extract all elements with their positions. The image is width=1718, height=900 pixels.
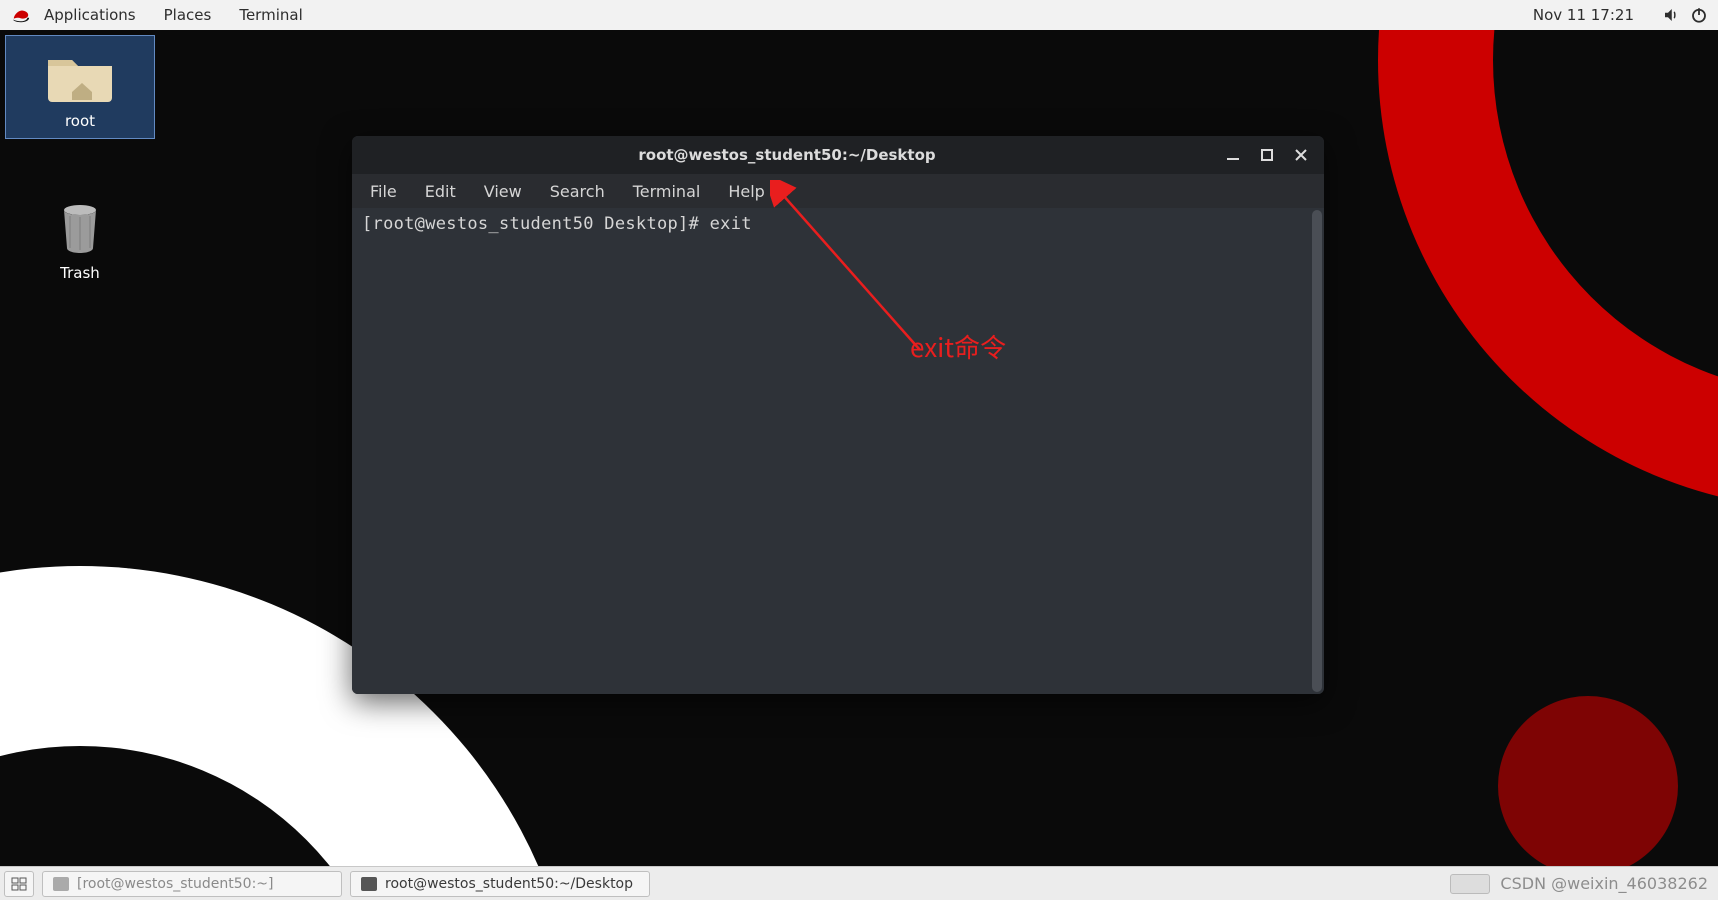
clock[interactable]: Nov 11 17:21 bbox=[1533, 6, 1634, 24]
menu-file[interactable]: File bbox=[360, 178, 407, 205]
power-icon[interactable] bbox=[1690, 6, 1708, 24]
folder-home-icon bbox=[6, 44, 154, 108]
task-entry-1[interactable]: [root@westos_student50:~] bbox=[42, 871, 342, 897]
titlebar[interactable]: root@westos_student50:~/Desktop bbox=[352, 136, 1324, 174]
terminal-icon bbox=[53, 877, 69, 891]
menu-help[interactable]: Help bbox=[718, 178, 774, 205]
taskbar: [root@westos_student50:~] root@westos_st… bbox=[0, 866, 1718, 900]
terminal-line: [root@westos_student50 Desktop]# exit bbox=[362, 214, 1314, 234]
terminal-body[interactable]: [root@westos_student50 Desktop]# exit bbox=[352, 208, 1324, 694]
terminal-icon bbox=[361, 877, 377, 891]
keyboard-indicator[interactable] bbox=[1450, 874, 1490, 894]
menu-view[interactable]: View bbox=[474, 178, 532, 205]
task-entry-label: root@westos_student50:~/Desktop bbox=[385, 876, 633, 892]
desktop-icon-label: Trash bbox=[6, 260, 154, 290]
menu-terminal[interactable]: Terminal bbox=[623, 178, 711, 205]
terminal-menubar: File Edit View Search Terminal Help bbox=[352, 174, 1324, 208]
menu-edit[interactable]: Edit bbox=[415, 178, 466, 205]
desktop-icon-label: root bbox=[6, 108, 154, 138]
task-entry-2[interactable]: root@westos_student50:~/Desktop bbox=[350, 871, 650, 897]
show-desktop-button[interactable] bbox=[4, 871, 34, 897]
watermark: CSDN @weixin_46038262 bbox=[1500, 874, 1714, 893]
desktop-icon-root[interactable]: root bbox=[6, 36, 154, 138]
menu-terminal[interactable]: Terminal bbox=[239, 6, 302, 24]
minimize-button[interactable] bbox=[1216, 140, 1250, 170]
menu-applications[interactable]: Applications bbox=[44, 6, 136, 24]
scrollbar[interactable] bbox=[1312, 210, 1322, 692]
menu-search[interactable]: Search bbox=[540, 178, 615, 205]
trash-icon bbox=[6, 196, 154, 260]
task-entry-label: [root@westos_student50:~] bbox=[77, 876, 273, 892]
terminal-window: root@westos_student50:~/Desktop File Edi… bbox=[352, 136, 1324, 694]
top-panel: Applications Places Terminal Nov 11 17:2… bbox=[0, 0, 1718, 30]
close-button[interactable] bbox=[1284, 140, 1318, 170]
redhat-icon[interactable] bbox=[10, 6, 32, 24]
volume-icon[interactable] bbox=[1662, 6, 1680, 24]
maximize-button[interactable] bbox=[1250, 140, 1284, 170]
desktop-icon-trash[interactable]: Trash bbox=[6, 188, 154, 290]
annotation-label: exit命令 bbox=[910, 328, 1006, 365]
desktop[interactable]: root Trash root@westos_student50:~/Deskt… bbox=[0, 30, 1718, 866]
window-title: root@westos_student50:~/Desktop bbox=[358, 146, 1216, 164]
menu-places[interactable]: Places bbox=[164, 6, 212, 24]
